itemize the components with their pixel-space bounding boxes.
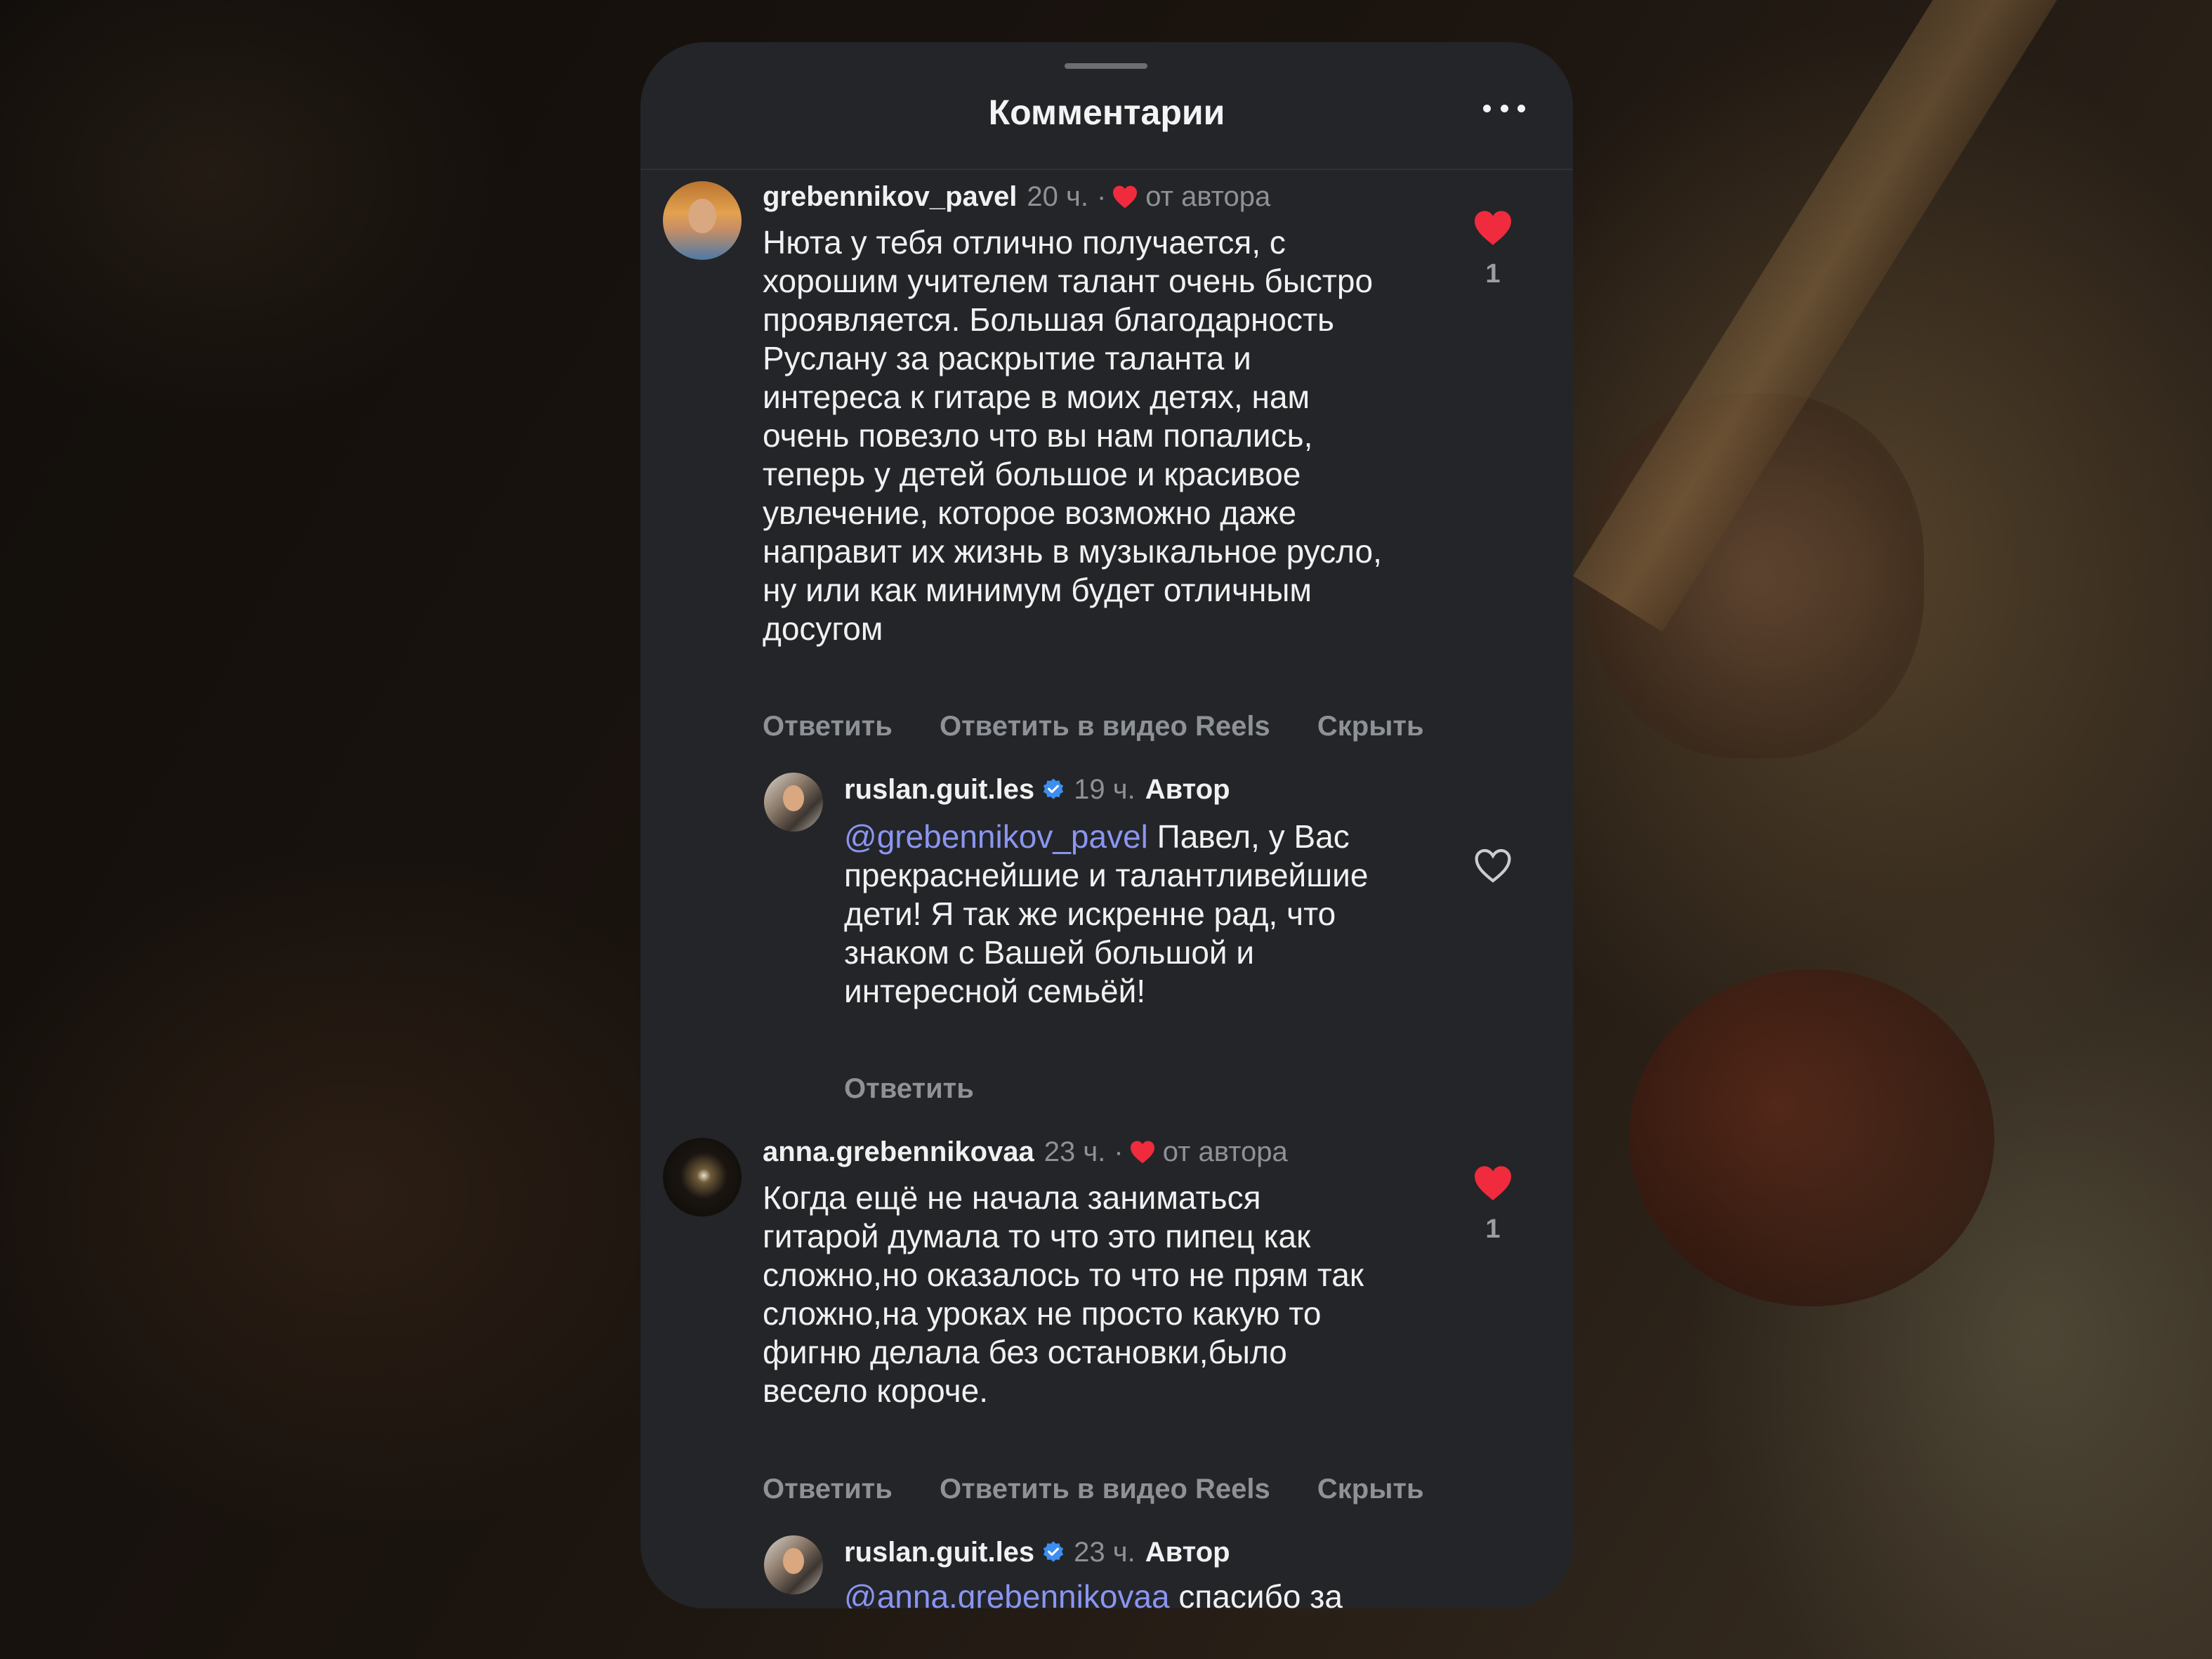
comment-username[interactable]: anna.grebennikovaa <box>763 1135 1034 1169</box>
hide-button[interactable]: Скрыть <box>1317 1474 1424 1504</box>
comment-username[interactable]: grebennikov_pavel <box>763 180 1017 214</box>
author-label: Автор <box>1145 1537 1230 1568</box>
comment-username[interactable]: ruslan.guit.les <box>844 1535 1034 1569</box>
avatar[interactable] <box>764 773 823 832</box>
reply-button[interactable]: Ответить <box>844 1073 974 1104</box>
comment-meta: ruslan.guit.les 19 ч. Автор <box>844 773 1230 806</box>
sheet-grabber[interactable] <box>1065 63 1147 69</box>
comment-actions: Ответить <box>844 1072 1013 1106</box>
comment-text: Нюта у тебя отлично получается, с хороши… <box>763 224 1382 647</box>
comment-time: 23 ч. <box>1074 1537 1135 1568</box>
comment-text: @anna.grebennikovaa спасибо за <box>844 1578 1462 1608</box>
comment-meta: anna.grebennikovaa 23 ч. · от автора <box>763 1135 1288 1169</box>
like-button[interactable]: 1 <box>1472 1165 1514 1245</box>
reply-button[interactable]: Ответить <box>763 711 893 742</box>
hide-button[interactable]: Скрыть <box>1317 711 1424 742</box>
meta-separator: · <box>1114 1136 1124 1167</box>
comment-meta: ruslan.guit.les 23 ч. Автор <box>844 1535 1230 1569</box>
like-button[interactable] <box>1472 847 1514 884</box>
heart-icon <box>1113 185 1138 209</box>
comment-text: Когда ещё не начала заниматься гитарой д… <box>763 1179 1364 1409</box>
avatar[interactable] <box>663 181 742 260</box>
verified-badge-icon <box>1044 1541 1064 1562</box>
comment-time: 19 ч. <box>1074 774 1135 805</box>
like-count: 1 <box>1485 259 1501 289</box>
verified-badge-icon <box>1044 778 1064 799</box>
comment-text: @grebennikov_pavel Павел, у Вас прекрасн… <box>844 818 1369 1009</box>
heart-outline-icon <box>1475 848 1511 883</box>
comment-time: 23 ч. <box>1044 1136 1106 1167</box>
mention-link[interactable]: @grebennikov_pavel <box>844 818 1148 855</box>
avatar[interactable] <box>663 1138 742 1217</box>
background-guitar-body <box>1629 969 1994 1306</box>
more-horizontal-icon[interactable] <box>1483 94 1525 122</box>
reply-reels-button[interactable]: Ответить в видео Reels <box>940 711 1270 742</box>
mention-link[interactable]: @anna.grebennikovaa <box>844 1578 1170 1608</box>
author-label: Автор <box>1145 774 1230 805</box>
avatar[interactable] <box>764 1535 823 1594</box>
like-button[interactable]: 1 <box>1472 209 1514 289</box>
heart-filled-icon <box>1475 1166 1511 1200</box>
comment-meta: grebennikov_pavel 20 ч. · от автора <box>763 180 1270 214</box>
reply-button[interactable]: Ответить <box>763 1474 893 1504</box>
liked-by-author-label: от автора <box>1145 181 1271 212</box>
comment-time: 20 ч. <box>1027 181 1088 212</box>
heart-icon <box>1130 1141 1154 1164</box>
liked-by-author-label: от автора <box>1162 1136 1288 1167</box>
heart-filled-icon <box>1475 211 1511 245</box>
comment-actions: Ответить Ответить в видео Reels Скрыть <box>763 709 1463 743</box>
page-title: Комментарии <box>988 93 1225 132</box>
meta-separator: · <box>1096 181 1107 212</box>
comment-username[interactable]: ruslan.guit.les <box>844 773 1034 806</box>
reply-reels-button[interactable]: Ответить в видео Reels <box>940 1474 1270 1504</box>
like-count: 1 <box>1485 1214 1501 1244</box>
comments-header: Комментарии <box>640 91 1573 170</box>
comment-actions: Ответить Ответить в видео Reels Скрыть <box>763 1472 1463 1506</box>
comments-sheet: Комментарии grebennikov_pavel 20 ч. · от… <box>640 42 1573 1608</box>
